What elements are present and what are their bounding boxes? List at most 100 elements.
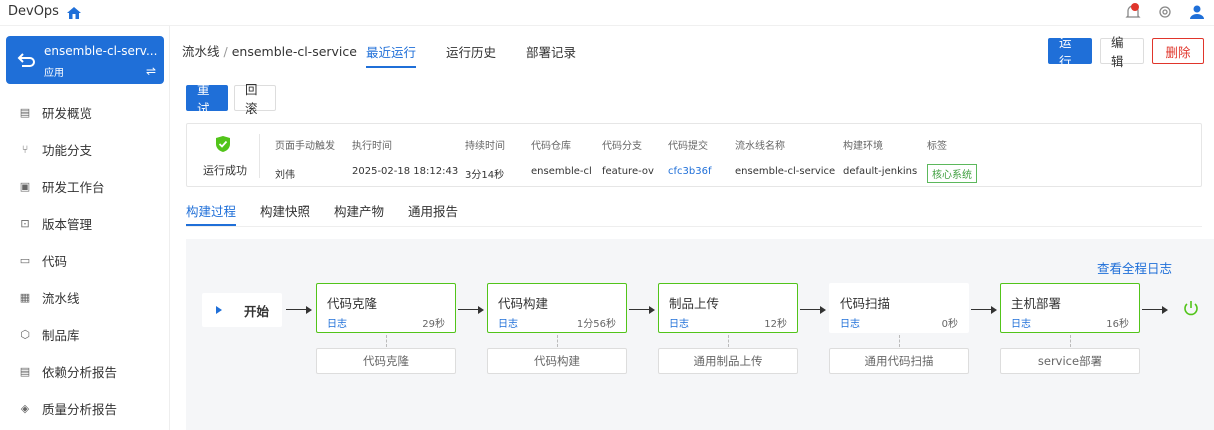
delete-button[interactable]: 删除 bbox=[1152, 38, 1204, 64]
edit-button[interactable]: 编辑 bbox=[1100, 35, 1144, 69]
stage-log-link[interactable]: 日志 bbox=[327, 315, 347, 330]
stage-title: 制品上传 bbox=[669, 296, 720, 311]
stage-duration: 29秒 bbox=[422, 319, 445, 330]
stage-code-scan[interactable]: 代码扫描 日志 0秒 bbox=[829, 283, 969, 333]
stage-duration: 16秒 bbox=[1106, 319, 1129, 330]
info-trigger: 页面手动触发 刘伟 bbox=[275, 137, 335, 181]
view-full-log-link[interactable]: 查看全程日志 bbox=[1097, 258, 1172, 277]
workbench-icon: ▣ bbox=[19, 180, 31, 193]
run-info-panel: 运行成功 页面手动触发 刘伟 执行时间 2025-02-18 18:12:43 … bbox=[186, 123, 1202, 187]
sidebar-item-label: 功能分支 bbox=[42, 143, 93, 158]
stage-log-link[interactable]: 日志 bbox=[840, 315, 860, 330]
app-switcher-card[interactable]: ensemble-cl-serv... 应用 ⇌ bbox=[6, 36, 164, 84]
pipeline-name-value: ensemble-cl-service bbox=[735, 166, 836, 177]
sidebar-item-version[interactable]: ⊡ 版本管理 bbox=[0, 205, 170, 242]
sidebar-nav: ▤ 研发概览 ⑂ 功能分支 ▣ 研发工作台 ⊡ 版本管理 ▭ 代码 ▦ 流水线 ⬡ 制品库 ▤… bbox=[0, 94, 170, 427]
tab-build-snapshot[interactable]: 构建快照 bbox=[260, 201, 310, 226]
info-pipeline-name: 流水线名称 ensemble-cl-service bbox=[735, 137, 835, 177]
pipeline-icon: ▦ bbox=[19, 291, 31, 304]
connector-dash bbox=[728, 335, 729, 347]
connector-dash bbox=[557, 335, 558, 347]
trigger-label: 页面手动触发 bbox=[275, 141, 335, 152]
stage-duration: 0秒 bbox=[941, 319, 958, 330]
end-power-icon bbox=[1184, 301, 1198, 316]
info-commit: 代码提交 cfc3b36f bbox=[668, 137, 711, 177]
sidebar-item-dependency[interactable]: ▤ 依赖分析报告 bbox=[0, 353, 170, 390]
flow-arrow bbox=[286, 305, 312, 315]
app-name: ensemble-cl-serv... bbox=[44, 44, 158, 58]
tab-run-history[interactable]: 运行历史 bbox=[446, 42, 496, 68]
sidebar-item-label: 研发工作台 bbox=[42, 180, 105, 195]
flow-arrow bbox=[800, 305, 826, 315]
info-branch: 代码分支 feature-ov bbox=[602, 137, 654, 177]
info-env: 构建环境 default-jenkins bbox=[843, 137, 917, 177]
breadcrumb-current: ensemble-cl-service bbox=[231, 44, 357, 59]
tab-deploy-records[interactable]: 部署记录 bbox=[526, 42, 576, 68]
info-tag: 标签 核心系统 bbox=[927, 137, 977, 183]
commit-link[interactable]: cfc3b36f bbox=[668, 166, 711, 177]
run-status: 运行成功 bbox=[203, 164, 247, 177]
stage-artifact-upload[interactable]: 制品上传 日志 12秒 bbox=[658, 283, 798, 333]
quality-icon: ◈ bbox=[20, 402, 30, 415]
sidebar-item-artifact[interactable]: ⬡ 制品库 bbox=[0, 316, 170, 353]
breadcrumb-separator: / bbox=[223, 44, 228, 59]
rollback-button[interactable]: 回滚 bbox=[234, 82, 276, 116]
code-icon: ▭ bbox=[19, 254, 31, 267]
play-icon bbox=[216, 306, 222, 314]
flow-arrow bbox=[629, 305, 655, 315]
top-bar: DevOps bbox=[0, 0, 1214, 26]
tab-build-process[interactable]: 构建过程 bbox=[186, 201, 237, 226]
flow-arrow bbox=[971, 305, 997, 315]
stage-title: 代码克隆 bbox=[327, 296, 378, 311]
success-shield-icon bbox=[216, 136, 230, 152]
sidebar: ensemble-cl-serv... 应用 ⇌ ▤ 研发概览 ⑂ 功能分支 ▣ 研发… bbox=[0, 26, 170, 430]
sidebar-item-overview[interactable]: ▤ 研发概览 bbox=[0, 94, 170, 131]
user-avatar-icon[interactable] bbox=[1188, 2, 1206, 22]
tag-badge: 核心系统 bbox=[927, 164, 977, 183]
sidebar-item-workbench[interactable]: ▣ 研发工作台 bbox=[0, 168, 170, 205]
stage-log-link[interactable]: 日志 bbox=[669, 315, 689, 330]
breadcrumb: 流水线 / ensemble-cl-service bbox=[182, 41, 357, 60]
switch-app-icon[interactable]: ⇌ bbox=[146, 64, 156, 78]
sidebar-item-label: 质量分析报告 bbox=[42, 402, 118, 417]
job-code-clone[interactable]: 代码克隆 bbox=[316, 348, 456, 374]
run-button[interactable]: 运行 bbox=[1048, 35, 1092, 69]
branch-value: feature-ov bbox=[602, 166, 654, 177]
home-icon[interactable] bbox=[64, 4, 84, 22]
stage-title: 代码构建 bbox=[498, 296, 549, 311]
connector-dash bbox=[386, 335, 387, 347]
stage-code-build[interactable]: 代码构建 日志 1分56秒 bbox=[487, 283, 627, 333]
exec-time-label: 执行时间 bbox=[352, 141, 392, 152]
job-code-build[interactable]: 代码构建 bbox=[487, 348, 627, 374]
job-host-deploy[interactable]: service部署 bbox=[1000, 348, 1140, 374]
version-icon: ⊡ bbox=[20, 217, 30, 230]
notification-bell-icon[interactable] bbox=[1124, 2, 1142, 22]
build-tabs: 构建过程 构建快照 构建产物 通用报告 bbox=[186, 201, 1202, 227]
stage-host-deploy[interactable]: 主机部署 日志 16秒 bbox=[1000, 283, 1140, 333]
sidebar-item-quality[interactable]: ◈ 质量分析报告 bbox=[0, 390, 170, 427]
tab-build-artifacts[interactable]: 构建产物 bbox=[334, 201, 384, 226]
overview-icon: ▤ bbox=[19, 106, 31, 119]
start-node[interactable]: 开始 bbox=[202, 293, 282, 327]
sidebar-item-code[interactable]: ▭ 代码 bbox=[0, 242, 170, 279]
stage-code-clone[interactable]: 代码克隆 日志 29秒 bbox=[316, 283, 456, 333]
exec-time-value: 2025-02-18 18:12:43 bbox=[352, 166, 459, 177]
stage-log-link[interactable]: 日志 bbox=[498, 315, 518, 330]
env-value: default-jenkins bbox=[843, 166, 918, 177]
branch-label: 代码分支 bbox=[602, 141, 642, 152]
breadcrumb-root[interactable]: 流水线 bbox=[182, 44, 220, 59]
job-artifact-upload[interactable]: 通用制品上传 bbox=[658, 348, 798, 374]
stage-log-link[interactable]: 日志 bbox=[1011, 315, 1031, 330]
stage-duration: 12秒 bbox=[764, 319, 787, 330]
back-arrow-icon[interactable] bbox=[16, 50, 38, 70]
retry-button[interactable]: 重试 bbox=[186, 82, 228, 116]
brand-name: DevOps bbox=[8, 4, 59, 19]
settings-gear-icon[interactable] bbox=[1156, 2, 1174, 22]
pipeline-canvas: 查看全程日志 开始 代码克隆 日志 29秒 代码克隆 代码构建 日志 1分56秒… bbox=[186, 239, 1214, 430]
job-code-scan[interactable]: 通用代码扫描 bbox=[829, 348, 969, 374]
tab-general-report[interactable]: 通用报告 bbox=[408, 201, 458, 226]
tab-latest-run[interactable]: 最近运行 bbox=[366, 42, 417, 68]
commit-label: 代码提交 bbox=[668, 141, 708, 152]
sidebar-item-pipeline[interactable]: ▦ 流水线 bbox=[0, 279, 170, 316]
sidebar-item-branch[interactable]: ⑂ 功能分支 bbox=[0, 131, 170, 168]
